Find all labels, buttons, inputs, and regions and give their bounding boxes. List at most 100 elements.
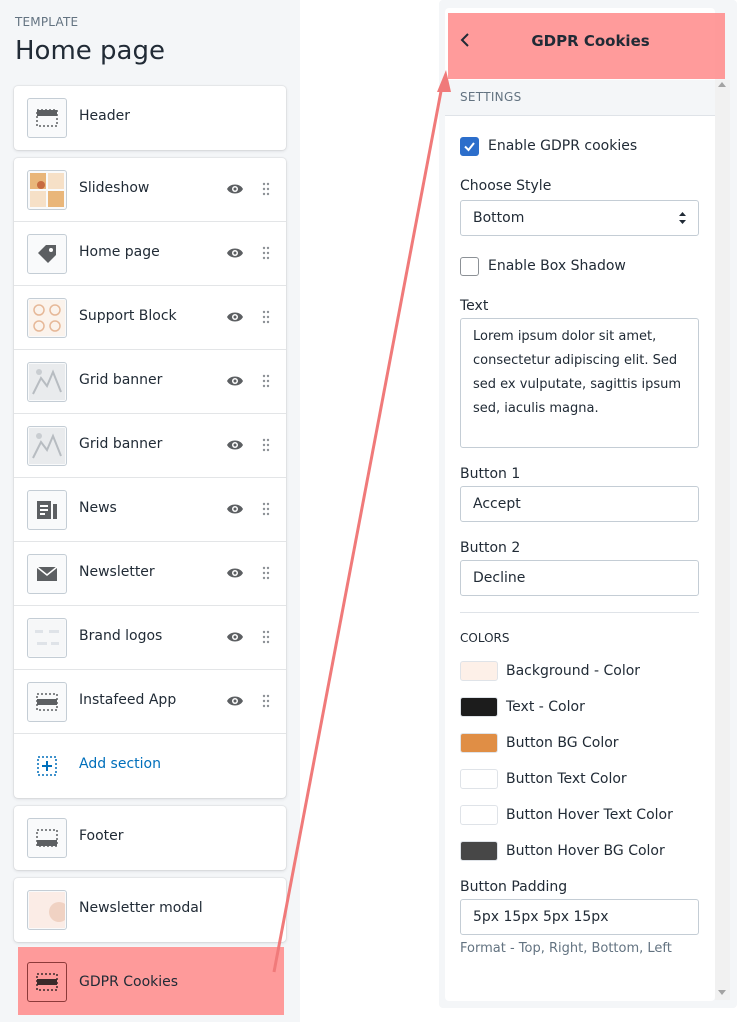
drag-handle-icon[interactable]	[262, 694, 270, 708]
button2-input[interactable]: Decline	[460, 560, 699, 596]
section-label: Instafeed App	[79, 692, 177, 708]
section-label: Home page	[79, 244, 160, 260]
support-thumbnail	[27, 298, 67, 338]
eye-icon[interactable]	[226, 566, 244, 580]
section-label: Grid banner	[79, 436, 163, 452]
section-row-news[interactable]: News	[14, 478, 286, 542]
button-padding-input[interactable]: 5px 15px 5px 15px	[460, 899, 699, 935]
footer-card[interactable]: Footer	[14, 806, 286, 870]
button-padding-help: Format - Top, Right, Bottom, Left	[460, 941, 672, 956]
button1-input[interactable]: Accept	[460, 486, 699, 522]
gdpr-section-icon	[27, 962, 67, 1002]
text-textarea[interactable]: Lorem ipsum dolor sit amet, consectetur …	[460, 318, 699, 448]
add-section-icon	[37, 756, 57, 776]
eye-icon[interactable]	[226, 502, 244, 516]
enable-gdpr-checkbox[interactable]	[460, 137, 479, 156]
choose-style-select[interactable]: Bottom	[460, 200, 699, 236]
section-row-instafeed[interactable]: Instafeed App	[14, 670, 286, 734]
eye-icon[interactable]	[226, 246, 244, 260]
header-section-icon	[27, 98, 67, 138]
eye-icon[interactable]	[226, 310, 244, 324]
template-label: TEMPLATE	[15, 15, 79, 29]
section-row-footer[interactable]: Footer	[14, 806, 286, 870]
section-row-gdpr-cookies[interactable]: GDPR Cookies	[14, 950, 286, 1014]
header-card[interactable]: Header	[14, 86, 286, 150]
page-title: Home page	[15, 36, 165, 66]
button-bg-color-swatch[interactable]	[460, 733, 498, 753]
drag-handle-icon[interactable]	[262, 502, 270, 516]
news-icon	[27, 490, 67, 530]
color-label: Background - Color	[506, 663, 641, 679]
text-color-swatch[interactable]	[460, 697, 498, 717]
section-label: Header	[79, 108, 130, 124]
sections-sidebar: TEMPLATE Home page Header Slideshow Home…	[0, 0, 300, 1022]
newsletter-modal-thumbnail	[27, 890, 67, 930]
section-row-slideshow[interactable]: Slideshow	[14, 158, 286, 222]
choose-style-label: Choose Style	[460, 178, 552, 194]
drag-handle-icon[interactable]	[262, 630, 270, 644]
section-label: Slideshow	[79, 180, 150, 196]
section-row-home-page[interactable]: Home page	[14, 222, 286, 286]
button-hover-bg-color-swatch[interactable]	[460, 841, 498, 861]
drag-handle-icon[interactable]	[262, 438, 270, 452]
drag-handle-icon[interactable]	[262, 246, 270, 260]
section-label: Brand logos	[79, 628, 163, 644]
section-row-grid-banner[interactable]: Grid banner	[14, 350, 286, 414]
footer-section-icon	[27, 818, 67, 858]
drag-handle-icon[interactable]	[262, 566, 270, 580]
section-row-newsletter-modal[interactable]: Newsletter modal	[14, 878, 286, 942]
enable-box-shadow-checkbox[interactable]	[460, 257, 479, 276]
drag-handle-icon[interactable]	[262, 374, 270, 388]
drag-handle-icon[interactable]	[262, 182, 270, 196]
section-label: Newsletter modal	[79, 900, 203, 916]
sections-card: Slideshow Home page Support Block Grid b…	[14, 158, 286, 798]
section-label: Newsletter	[79, 564, 155, 580]
scroll-down-arrow[interactable]	[718, 990, 726, 995]
add-section-button[interactable]: Add section	[14, 734, 286, 798]
scrollbar[interactable]	[715, 80, 730, 1000]
color-label: Button BG Color	[506, 735, 619, 751]
eye-icon[interactable]	[226, 374, 244, 388]
slideshow-thumbnail	[27, 170, 67, 210]
envelope-icon	[27, 554, 67, 594]
button2-label: Button 2	[460, 540, 521, 556]
color-label: Button Hover Text Color	[506, 807, 673, 823]
button-padding-label: Button Padding	[460, 879, 568, 895]
drag-handle-icon[interactable]	[262, 310, 270, 324]
divider	[460, 612, 699, 613]
section-label: Footer	[79, 828, 124, 844]
section-row-newsletter[interactable]: Newsletter	[14, 542, 286, 606]
section-label: News	[79, 500, 117, 516]
select-arrows-icon	[679, 212, 686, 224]
enable-gdpr-label: Enable GDPR cookies	[488, 138, 638, 154]
checkmark-icon	[464, 142, 475, 152]
color-label: Button Hover BG Color	[506, 843, 665, 859]
background-color-swatch[interactable]	[460, 661, 498, 681]
add-section-label: Add section	[79, 756, 161, 772]
eye-icon[interactable]	[226, 438, 244, 452]
button-text-color-swatch[interactable]	[460, 769, 498, 789]
eye-icon[interactable]	[226, 694, 244, 708]
color-label: Button Text Color	[506, 771, 627, 787]
grid-banner-thumbnail	[27, 362, 67, 402]
section-row-grid-banner-2[interactable]: Grid banner	[14, 414, 286, 478]
eye-icon[interactable]	[226, 630, 244, 644]
newsletter-modal-card[interactable]: Newsletter modal	[14, 878, 286, 942]
eye-icon[interactable]	[226, 182, 244, 196]
section-label: Grid banner	[79, 372, 163, 388]
scroll-up-arrow[interactable]	[718, 82, 726, 87]
section-row-support-block[interactable]: Support Block	[14, 286, 286, 350]
panel-title: GDPR Cookies	[531, 32, 650, 50]
text-label: Text	[460, 298, 489, 314]
brand-logos-thumbnail	[27, 618, 67, 658]
section-row-brand-logos[interactable]: Brand logos	[14, 606, 286, 670]
tag-icon	[27, 234, 67, 274]
settings-label: SETTINGS	[460, 90, 522, 104]
colors-heading: COLORS	[460, 631, 510, 645]
color-label: Text - Color	[506, 699, 585, 715]
choose-style-value: Bottom	[473, 210, 525, 226]
button1-label: Button 1	[460, 466, 521, 482]
section-label: GDPR Cookies	[79, 974, 179, 990]
section-row-header[interactable]: Header	[14, 86, 286, 150]
button-hover-text-color-swatch[interactable]	[460, 805, 498, 825]
